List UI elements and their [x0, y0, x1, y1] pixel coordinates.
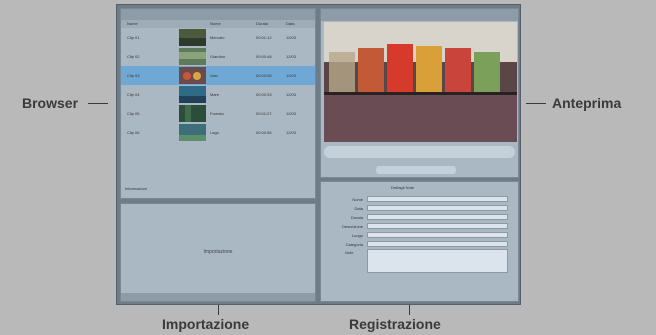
field-row: Nome [329, 196, 508, 203]
field-label: Durata [350, 215, 363, 220]
record-pane: Dettagli Note Nome Data Durata Descrizio… [320, 181, 519, 302]
callout-browser: Browser [22, 95, 79, 111]
clip-duration: 00:01:12 [256, 35, 272, 40]
clip-date: 12/03 [286, 35, 297, 40]
field-label: Luogo [351, 233, 363, 238]
clip-name: Clip 05 [127, 111, 140, 116]
clip-date: 12/03 [286, 54, 297, 59]
clip-name: Clip 01 [127, 35, 140, 40]
clip-title: Mercato [210, 35, 225, 40]
field-input[interactable] [367, 196, 508, 202]
field-row: Durata [329, 214, 508, 221]
notes-label: Note [345, 250, 354, 255]
clip-title: Vasi [210, 73, 218, 78]
browser-toolbar [121, 9, 315, 20]
field-label: Nome [352, 197, 363, 202]
field-input[interactable] [367, 205, 508, 211]
leader-record [409, 305, 410, 315]
clip-date: 12/03 [286, 92, 297, 97]
import-drop-label: Importazione [203, 249, 233, 255]
field-row: Categoria [329, 241, 508, 248]
list-item[interactable]: Clip 05 Foresta 00:01:27 12/03 [121, 104, 315, 123]
preview-toolbar [321, 9, 518, 21]
field-row: Data [329, 205, 508, 212]
list-item[interactable]: Clip 02 Giardino 00:00:48 12/03 [121, 47, 315, 66]
clip-duration: 00:00:56 [256, 130, 272, 135]
clip-thumbnail [179, 86, 206, 103]
clip-thumbnail [179, 48, 206, 65]
leader-import [218, 305, 219, 315]
list-item-selected[interactable]: Clip 03 Vasi 00:02:05 12/03 [121, 66, 315, 85]
clip-duration: 00:00:33 [256, 92, 272, 97]
callout-import: Importazione [162, 316, 250, 332]
list-item[interactable]: Clip 01 Mercato 00:01:12 12/03 [121, 28, 315, 47]
clip-title: Mare [210, 92, 220, 97]
preview-video [324, 22, 517, 142]
clip-thumbnail [179, 105, 206, 122]
clip-title: Giardino [210, 54, 226, 59]
browser-footer: Informazioni [121, 186, 315, 196]
clip-thumbnail [179, 124, 206, 141]
column-header[interactable]: Nome [127, 21, 138, 26]
column-header[interactable]: Nome [210, 21, 221, 26]
clip-title: Foresta [210, 111, 224, 116]
app-window: Nome Nome Durata Data Clip 01 Mercato 00… [116, 4, 521, 305]
field-row: Descrizione [329, 223, 508, 230]
field-label: Data [354, 206, 363, 211]
column-header[interactable]: Durata [256, 21, 268, 26]
clip-name: Clip 04 [127, 92, 140, 97]
clip-duration: 00:01:27 [256, 111, 272, 116]
callout-record: Registrazione [349, 316, 441, 332]
mode-selector[interactable] [376, 166, 456, 174]
clip-name: Clip 03 [127, 73, 140, 78]
leader-preview [526, 103, 546, 104]
clip-date: 12/03 [286, 73, 297, 78]
clip-duration: 00:02:05 [256, 73, 272, 78]
browser-header: Nome Nome Durata Data [121, 20, 315, 28]
clip-duration: 00:00:48 [256, 54, 272, 59]
field-input[interactable] [367, 214, 508, 220]
import-pane: Importazione [120, 203, 316, 302]
import-footer [121, 293, 315, 301]
playback-controls[interactable] [324, 146, 515, 158]
notes-textarea[interactable] [367, 249, 508, 273]
field-input[interactable] [367, 241, 508, 247]
column-header[interactable]: Data [286, 21, 294, 26]
clip-name: Clip 02 [127, 54, 140, 59]
preview-pane [320, 8, 519, 178]
clip-thumbnail [179, 29, 206, 46]
list-item[interactable]: Clip 04 Mare 00:00:33 12/03 [121, 85, 315, 104]
clip-title: Lago [210, 130, 219, 135]
browser-pane: Nome Nome Durata Data Clip 01 Mercato 00… [120, 8, 316, 199]
field-input[interactable] [367, 223, 508, 229]
field-row: Luogo [329, 232, 508, 239]
clip-name: Clip 06 [127, 130, 140, 135]
clip-thumbnail [179, 67, 206, 84]
field-input[interactable] [367, 232, 508, 238]
list-item[interactable]: Clip 06 Lago 00:00:56 12/03 [121, 123, 315, 142]
leader-browser [88, 103, 108, 104]
clip-date: 12/03 [286, 130, 297, 135]
record-tabs[interactable]: Dettagli Note [391, 185, 414, 190]
callout-preview: Anteprima [552, 95, 622, 111]
clip-date: 12/03 [286, 111, 297, 116]
info-label: Informazioni [125, 186, 147, 191]
field-label: Categoria [345, 242, 363, 247]
field-label: Descrizione [342, 224, 363, 229]
